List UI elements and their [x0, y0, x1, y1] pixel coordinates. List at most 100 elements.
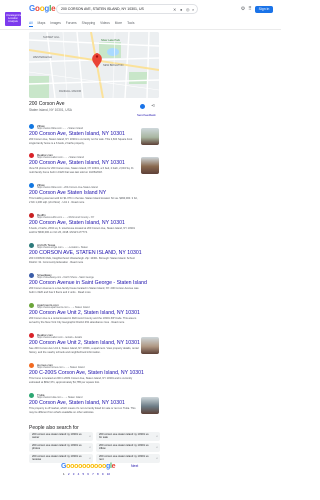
tab-maps[interactable]: Maps [38, 21, 46, 27]
map-graphic: SUNSET HILL Silver Lake Park NEW BRIGHTO… [29, 32, 159, 98]
site-favicon-icon [29, 213, 34, 218]
google-logo[interactable]: Google [29, 4, 56, 13]
related-search-chip[interactable]: 200 corson ave staten island ny 10301 us… [96, 454, 160, 463]
result-snippet: This building was last sold for $1.07K i… [29, 197, 138, 204]
map-label-new-brighton: NEW BRIGHTON [103, 63, 124, 67]
result-thumbnail[interactable] [141, 157, 159, 174]
map-label-westerleigh: WESTERLEIGH [33, 55, 52, 59]
result-snippet: 200 Corson Ave, Staten Island, NY 10301 … [29, 138, 133, 145]
result-thumbnail[interactable] [141, 397, 159, 414]
page-number-link[interactable]: 7 [92, 472, 94, 476]
result-title-link[interactable]: 200 C-200S Corson Ave, Staten Island, NY… [29, 370, 144, 376]
result-url: https://www.homes.com › ... › Staten Isl… [37, 365, 85, 369]
result-url: https://www.zillow.com › 200-Corson-Ave-… [37, 185, 98, 189]
page-number-link[interactable]: 3 [73, 472, 75, 476]
result-snippet: This property is off market, which means… [29, 407, 136, 414]
tab-tools[interactable]: Tools [127, 21, 134, 27]
place-address: Staten Island, NY 10301, USA [29, 108, 72, 112]
result-title-link[interactable]: 200 Corson Ave, Staten Island, NY 10301 [29, 220, 125, 226]
result-snippet: 6 beds, 2 baths, 2604 sq. ft. townhouse … [29, 227, 135, 234]
tab-all[interactable]: All [29, 21, 33, 27]
page-numbers: 1 2 3 4 5 6 7 8 9 10 [63, 472, 110, 476]
result-snippet: View 53 photos for 200 Corson Ave, State… [29, 167, 135, 174]
result-title-link[interactable]: 200 Corson Ave Unit 2, Staten Island, NY… [29, 340, 140, 346]
tab-forums[interactable]: Forums [66, 21, 77, 27]
related-search-chip[interactable]: 200 corson ave staten island ny 10301 us… [29, 432, 93, 441]
page-number-link[interactable]: 9 [102, 472, 104, 476]
result-url: https://www.trulia.com › ... › Staten Is… [37, 395, 83, 399]
map-label-silver-lake: Silver Lake Park [101, 38, 121, 42]
related-search-label: 200 corson ave staten island ny 10301 us… [99, 455, 149, 462]
result-url: https://www.apartments.com › ... › State… [37, 305, 90, 309]
result-title-link[interactable]: 200 Corson Ave, Staten Island, NY 10301 [29, 400, 125, 406]
map-label-sunset-hill: SUNSET HILL [43, 35, 60, 39]
result-title-link[interactable]: 200 Corson Ave Staten Island NY [29, 190, 106, 196]
map-preview[interactable]: SUNSET HILL Silver Lake Park NEW BRIGHTO… [29, 32, 159, 98]
tab-shopping[interactable]: Shopping [82, 21, 95, 27]
badge-line-3: Analysis [8, 20, 18, 24]
place-title: 200 Corson Ave [29, 101, 65, 107]
result-snippet: 200 CORSON AVE, Neighborhood: Westerleig… [29, 257, 135, 264]
result-thumbnail[interactable] [141, 128, 159, 145]
result-thumbnail[interactable] [141, 337, 159, 354]
microphone-icon[interactable]: ● [180, 7, 182, 12]
apps-grid-icon[interactable]: ⠿ [247, 6, 253, 12]
share-icon[interactable]: ⋖ [151, 103, 155, 109]
next-page-link[interactable]: Next [131, 464, 138, 468]
related-search-chip[interactable]: 200 corson ave staten island ny 10301 us… [29, 454, 93, 463]
page-number-link[interactable]: 4 [78, 472, 80, 476]
search-icon[interactable]: ⌕ [192, 7, 194, 12]
result-url: https://www.redfin.com › ... › Richmond … [37, 215, 95, 219]
site-favicon-icon [29, 243, 34, 248]
site-favicon-icon [29, 363, 34, 368]
site-favicon-icon [29, 393, 34, 398]
search-icon: ⌕ [156, 444, 158, 449]
related-search-label: 200 corson ave staten island ny 10301 us… [32, 433, 82, 440]
lens-icon[interactable]: ◎ [186, 7, 190, 12]
related-search-label: 200 corson ave staten island ny 10301 us… [32, 455, 82, 462]
result-title-link[interactable]: 200 Corson Avenue in Saint George - Stat… [29, 280, 147, 286]
sign-in-button[interactable]: Sign in [255, 6, 273, 13]
result-snippet: 200 Corson Avenue is a two-family house … [29, 287, 139, 294]
page-number-link[interactable]: 6 [87, 472, 89, 476]
search-input[interactable]: 200 CORSON AVE, STATEN ISLAND, NY 10301,… [56, 4, 198, 14]
result-title-link[interactable]: 200 Corson Ave Unit 2, Staten Island, NY… [29, 310, 140, 316]
search-icon: ⌕ [156, 455, 158, 460]
site-favicon-icon [29, 183, 34, 188]
top-bar: Google 200 CORSON AVE, STATEN ISLAND, NY… [0, 0, 281, 18]
page-number-link[interactable]: 5 [82, 472, 84, 476]
page-number-link[interactable]: 2 [68, 472, 70, 476]
search-icon: ⌕ [89, 444, 91, 449]
people-also-search-title: People also search for [29, 425, 79, 431]
result-title-link[interactable]: 200 Corson Ave, Staten Island, NY 10301 [29, 131, 125, 137]
site-favicon-icon [29, 333, 34, 338]
map-label-randall-manor: RANDALL MANOR [59, 89, 81, 93]
related-search-chip[interactable]: 200 corson ave staten island ny 10301 us… [96, 432, 160, 441]
clear-icon[interactable]: ✕ [173, 7, 176, 12]
directions-icon[interactable] [140, 104, 145, 109]
result-url: https://www.arcgis.com › ... › Location … [37, 245, 88, 249]
page-number-link[interactable]: 8 [97, 472, 99, 476]
page-number-link[interactable]: 10 [107, 472, 110, 476]
result-url: https://www.zillow.com › ... › Staten Is… [37, 126, 83, 130]
result-url: https://streeteasy.com › North Shore › S… [37, 275, 94, 279]
related-search-chip[interactable]: 200 corson ave staten island ny 10301 us… [29, 443, 93, 452]
related-search-label: 200 corson ave staten island ny 10301 us… [99, 433, 149, 440]
send-feedback-link[interactable]: Send feedback [137, 113, 156, 117]
related-search-chip[interactable]: 200 corson ave staten island ny 10301 us… [96, 443, 160, 452]
related-search-label: 200 corson ave staten island ny 10301 us… [32, 444, 82, 451]
tab-more[interactable]: More [115, 21, 122, 27]
related-search-label: 200 corson ave staten island ny 10301 us… [99, 444, 149, 451]
category-badge: Uncategorized Location Analysis [5, 12, 23, 26]
pagination-logo: Goooooooooogle [61, 463, 116, 470]
tab-videos[interactable]: Videos [100, 21, 110, 27]
site-favicon-icon [29, 273, 34, 278]
page-number-link[interactable]: 1 [63, 472, 65, 476]
tabs-divider [0, 29, 281, 30]
result-title-link[interactable]: 200 Corson Ave, Staten Island, NY 10301 [29, 160, 125, 166]
result-snippet: This home is located at 200 C-200S Corso… [29, 377, 133, 384]
result-title-link[interactable]: 200 CORSON AVE, STATEN ISLAND, NY 10301 [29, 250, 142, 256]
settings-icon[interactable]: ⚙ [240, 6, 246, 12]
search-tabs: All Maps Images Forums Shopping Videos M… [29, 21, 135, 27]
tab-images[interactable]: Images [50, 21, 60, 27]
